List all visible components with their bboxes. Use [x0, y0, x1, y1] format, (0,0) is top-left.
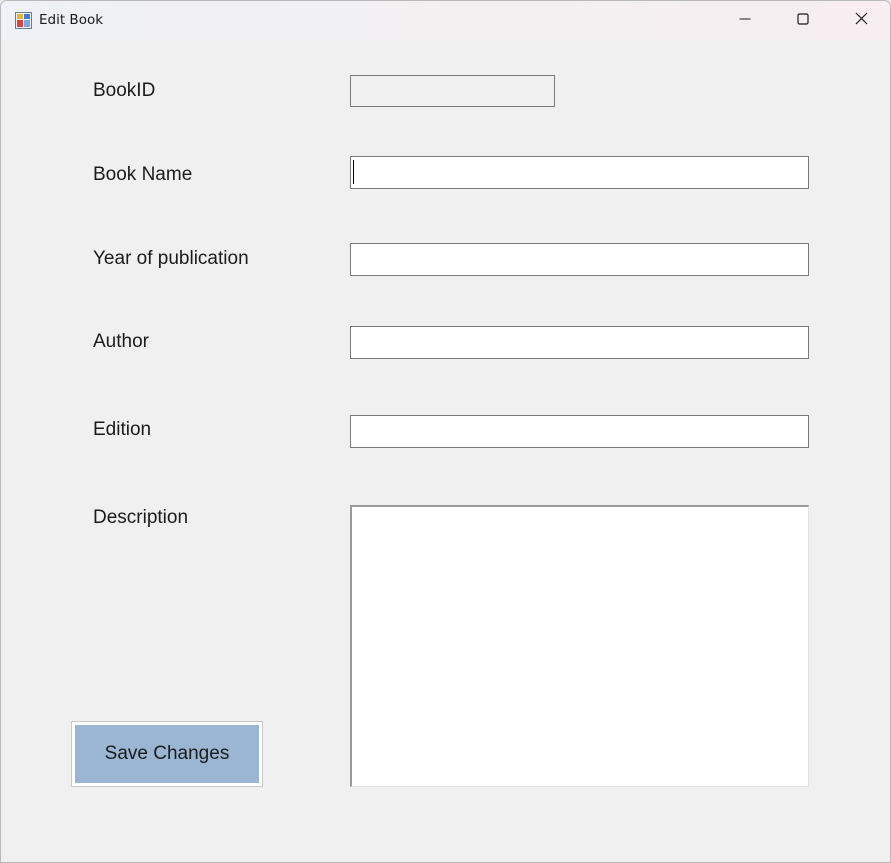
- text-caret: [353, 160, 354, 184]
- book-name-label: Book Name: [93, 164, 193, 185]
- year-of-publication-label: Year of publication: [93, 248, 249, 269]
- title-bar[interactable]: Edit Book: [1, 1, 890, 40]
- description-label: Description: [93, 507, 189, 528]
- bookid-field[interactable]: [350, 75, 555, 107]
- save-changes-button[interactable]: Save Changes: [71, 721, 263, 787]
- author-field[interactable]: [350, 326, 809, 359]
- maximize-button[interactable]: [774, 1, 832, 40]
- bookid-label: BookID: [93, 80, 156, 101]
- author-label: Author: [93, 331, 149, 352]
- edition-field[interactable]: [350, 415, 809, 448]
- year-of-publication-field[interactable]: [350, 243, 809, 276]
- book-name-field[interactable]: [350, 156, 809, 189]
- save-changes-label: Save Changes: [104, 743, 230, 764]
- minimize-icon: [739, 12, 751, 30]
- window-title: Edit Book: [39, 12, 104, 28]
- edition-label: Edition: [93, 419, 152, 440]
- app-icon: [15, 12, 32, 29]
- maximize-icon: [797, 12, 809, 30]
- close-button[interactable]: [832, 1, 890, 40]
- edit-book-window: Edit Book BookID Book Name Year of publi…: [0, 0, 891, 863]
- description-textarea[interactable]: [350, 505, 809, 787]
- minimize-button[interactable]: [716, 1, 774, 40]
- close-icon: [855, 12, 868, 30]
